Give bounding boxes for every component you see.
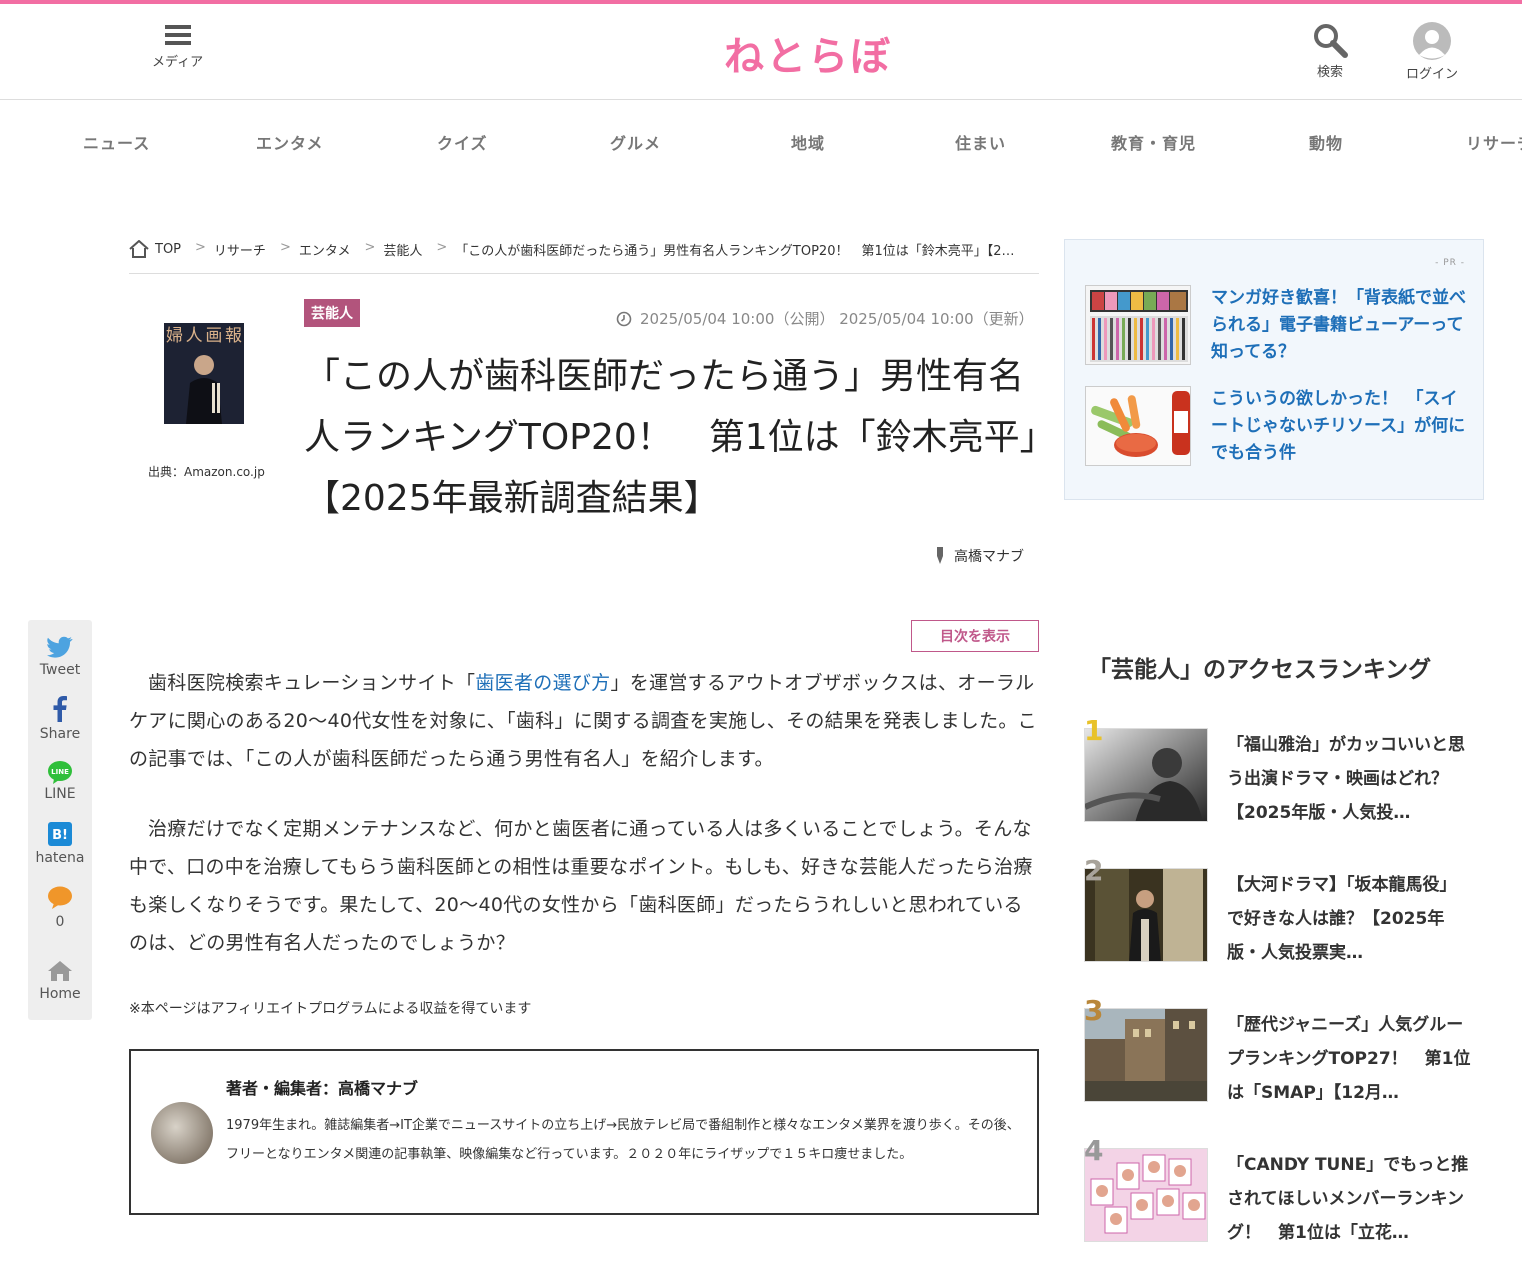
share-facebook-button[interactable]: Share	[28, 696, 92, 742]
menu-button[interactable]: メディア	[152, 22, 203, 70]
byline[interactable]: 高橋マナブ	[934, 546, 1024, 566]
twitter-icon	[47, 636, 73, 658]
breadcrumb-home[interactable]: TOP	[129, 240, 181, 258]
avatar	[151, 1102, 213, 1164]
ranking-item-text: 「歴代ジャニーズ」人気グループランキングTOP27！ 第1位は「SMAP」【12…	[1227, 1015, 1471, 1103]
p1-text-pre: 歯科医院検索キュレーションサイト「	[148, 672, 476, 694]
category-badge[interactable]: 芸能人	[304, 299, 360, 327]
nav-item-quiz[interactable]: クイズ	[437, 130, 488, 154]
search-label: 検索	[1316, 65, 1343, 80]
article-paragraph-1: 歯科医院検索キュレーションサイト「歯医者の選び方」を運営するアウトオブザボックス…	[129, 664, 1041, 778]
ranking-item-4[interactable]: 4 「CANDY TUNE」でもっと推されてほしいメンバーランキング！ 第1位は…	[1084, 1134, 1484, 1268]
ranking-item-2[interactable]: 2 【大河ドラマ】「坂本龍馬役」で好きな人は誰？【2025年版・人気投票実…	[1084, 854, 1484, 988]
hatena-icon: B!	[48, 822, 72, 846]
toc-toggle-button[interactable]: 目次を表示	[911, 620, 1039, 652]
nav-item-animals[interactable]: 動物	[1309, 130, 1343, 154]
hatena-icon-text: B!	[52, 828, 68, 843]
dates-text: 2025/05/04 10:00（公開） 2025/05/04 10:00（更新…	[640, 310, 1034, 328]
nav-item-gourmet[interactable]: グルメ	[610, 130, 661, 154]
breadcrumb-item-research[interactable]: リサーチ	[214, 240, 266, 259]
ranking-number: 2	[1084, 854, 1104, 887]
home-label: Home	[39, 986, 81, 1002]
line-label: LINE	[44, 786, 76, 802]
author-profile-bio: 1979年生まれ。雑誌編集者→IT企業でニュースサイトの立ち上げ→民放テレビ局で…	[226, 1118, 1020, 1162]
login-button[interactable]: ログイン	[1406, 22, 1458, 82]
share-hatena-button[interactable]: B! hatena	[28, 822, 92, 866]
facebook-icon	[53, 696, 67, 722]
ranking-item-text: 【大河ドラマ】「坂本龍馬役」で好きな人は誰？【2025年版・人気投票実…	[1227, 875, 1457, 963]
publish-dates: 2025/05/04 10:00（公開） 2025/05/04 10:00（更新…	[616, 308, 1034, 329]
global-nav: ニュース エンタメ クイズ グルメ 地域 住まい 教育・育児 動物 リサーチ	[0, 100, 1522, 180]
author-profile-box: 著者・編集者：高橋マナブ 1979年生まれ。雑誌編集者→IT企業でニュースサイト…	[129, 1049, 1039, 1215]
comments-button[interactable]: 0	[28, 886, 92, 930]
dentist-guide-link[interactable]: 歯医者の選び方	[475, 672, 610, 694]
breadcrumb-separator: >	[436, 240, 448, 255]
pr-item-image	[1085, 386, 1191, 466]
nav-item-housing[interactable]: 住まい	[955, 130, 1006, 154]
nav-item-news[interactable]: ニュース	[83, 130, 150, 154]
share-label: Share	[39, 726, 81, 742]
user-icon	[1413, 22, 1451, 60]
line-icon: LINE	[48, 761, 72, 784]
comment-icon	[48, 886, 72, 909]
hatena-label: hatena	[35, 850, 85, 866]
breadcrumb: TOP > リサーチ > エンタメ > 芸能人 > 「この人が歯科医師だったら通…	[129, 240, 1039, 274]
search-button[interactable]: 検索	[1312, 22, 1348, 80]
breadcrumb-item-celebrity[interactable]: 芸能人	[383, 240, 422, 259]
nav-item-education[interactable]: 教育・育児	[1111, 130, 1196, 154]
breadcrumb-item-entame[interactable]: エンタメ	[299, 240, 351, 259]
author-profile-name: 著者・編集者：高橋マナブ	[226, 1079, 419, 1098]
home-icon	[129, 240, 149, 258]
breadcrumb-separator: >	[195, 240, 206, 255]
ranking-item-3[interactable]: 3 「歴代ジャニーズ」人気グループランキングTOP27！ 第1位は「SMAP」【…	[1084, 994, 1484, 1128]
site-header: メディア ねとらぼ 検索 ログイン	[0, 4, 1522, 100]
ranking-item-text: 「CANDY TUNE」でもっと推されてほしいメンバーランキング！ 第1位は「立…	[1227, 1155, 1469, 1243]
breadcrumb-separator: >	[279, 240, 291, 255]
home-icon	[48, 961, 72, 981]
nav-item-research[interactable]: リサーチ	[1466, 130, 1522, 154]
article-paragraph-2: 治療だけでなく定期メンテナンスなど、何かと歯医者に通っている人は多くいることでし…	[129, 818, 1033, 954]
thumbnail-caption: 出典：Amazon.co.jp	[148, 465, 265, 479]
breadcrumb-home-label: TOP	[155, 241, 182, 257]
clock-icon	[616, 311, 632, 326]
breadcrumb-separator: >	[364, 240, 376, 255]
pr-box: - PR - マンガ好き歓喜！「背表紙で並べられる」電子書籍ビューアーって知って…	[1064, 239, 1484, 500]
pen-icon	[937, 547, 943, 564]
nav-item-region[interactable]: 地域	[791, 130, 825, 154]
ranking-item-text: 「福山雅治」がカッコいいと思う出演ドラマ・映画はどれ？【2025年版・人気投…	[1227, 735, 1465, 823]
ranking-item-1[interactable]: 1 「福山雅治」がカッコいいと思う出演ドラマ・映画はどれ？【2025年版・人気投…	[1084, 714, 1484, 848]
ranking-number: 3	[1084, 994, 1104, 1027]
ranking-number: 4	[1084, 1134, 1104, 1167]
nav-item-entame[interactable]: エンタメ	[256, 130, 324, 154]
byline-author: 高橋マナブ	[954, 549, 1024, 565]
menu-label: メディア	[152, 55, 204, 70]
hamburger-icon	[164, 25, 191, 45]
site-logo[interactable]: ねとらぼ	[724, 24, 892, 82]
affiliate-notice: ※本ページはアフィリエイトプログラムによる収益を得ています	[129, 1001, 532, 1017]
share-tweet-button[interactable]: Tweet	[28, 636, 92, 678]
share-line-button[interactable]: LINE LINE	[28, 760, 92, 802]
pr-tag: - PR -	[1435, 258, 1465, 268]
article-thumbnail: 婦人画報	[164, 323, 244, 424]
share-home-button[interactable]: Home	[28, 960, 92, 1002]
article-title: 「この人が歯科医師だったら通う」男性有名人ランキングTOP20！ 第1位は「鈴木…	[304, 356, 1038, 519]
tweet-label: Tweet	[39, 662, 81, 678]
pr-item-text: こういうの欲しかった！ 「スイートじゃないチリソース」が何にでも合う件	[1211, 389, 1466, 463]
search-icon	[1314, 24, 1348, 58]
breadcrumb-item-current: 「この人が歯科医師だったら通う」男性有名人ランキングTOP20！ 第1位は「鈴木…	[455, 244, 1015, 259]
ranking-title: 「芸能人」のアクセスランキング	[1088, 657, 1432, 683]
share-bar: Tweet Share LINE LINE B! hatena 0 Home	[28, 620, 92, 1020]
comment-count: 0	[55, 914, 65, 930]
ranking-number: 1	[1084, 714, 1104, 747]
pr-item-text: マンガ好き歓喜！「背表紙で並べられる」電子書籍ビューアーって知ってる？	[1211, 288, 1466, 362]
line-icon-text: LINE	[51, 768, 69, 776]
login-label: ログイン	[1406, 67, 1459, 82]
pr-item-image	[1085, 285, 1191, 365]
